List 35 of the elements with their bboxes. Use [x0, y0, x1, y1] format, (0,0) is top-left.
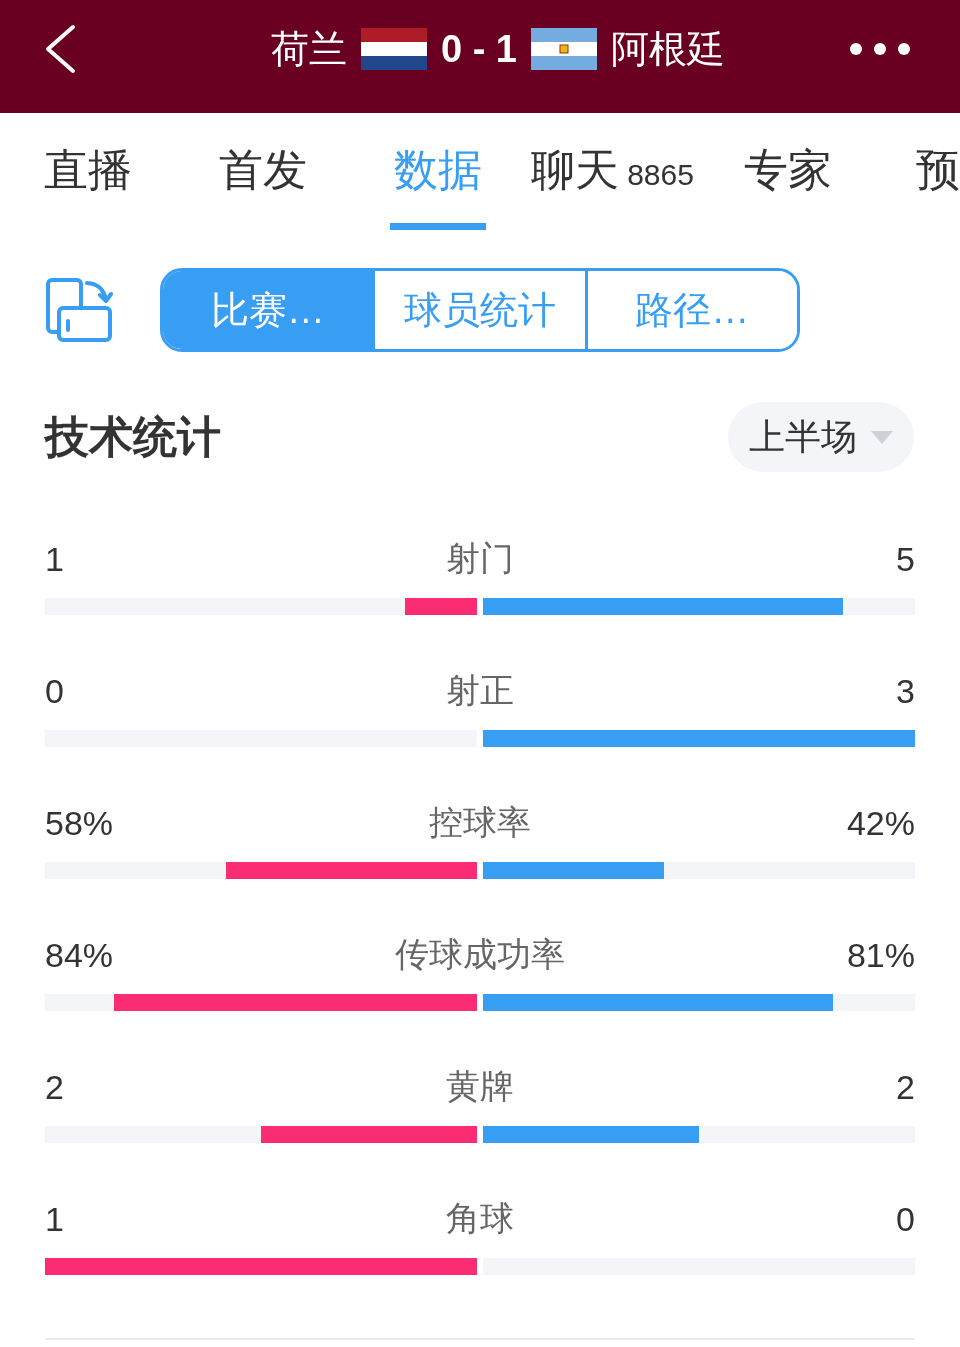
flag-icon: [360, 28, 427, 70]
tab[interactable]: 首发: [214, 144, 311, 230]
period-dropdown[interactable]: 上半场: [728, 402, 914, 472]
away-value: 2: [896, 1067, 915, 1107]
rotate-screen-icon[interactable]: [45, 277, 113, 343]
more-icon[interactable]: [850, 43, 910, 55]
away-value: 42%: [846, 803, 915, 843]
tab[interactable]: 聊天 8865: [527, 144, 698, 230]
caret-icon: [871, 430, 893, 444]
home-value: 1: [45, 539, 64, 579]
home-value: 1: [45, 1199, 64, 1239]
tab[interactable]: 专家: [739, 144, 836, 230]
flag-icon: [531, 28, 597, 70]
away-value: 5: [896, 539, 915, 579]
away-value: 81%: [846, 935, 915, 975]
home-value: 0: [45, 671, 64, 711]
away-team-name: 阿根廷: [611, 27, 725, 72]
stat-label: 传球成功率: [395, 934, 565, 975]
match-score: 0 - 1: [440, 27, 517, 72]
stat-label: 射门: [446, 538, 514, 579]
home-value: 58%: [45, 803, 114, 843]
stat-label: 黄牌: [446, 1066, 514, 1107]
back-icon[interactable]: [44, 24, 76, 74]
home-value: 84%: [45, 935, 114, 975]
away-value: 3: [896, 671, 915, 711]
home-value: 2: [45, 1067, 64, 1107]
home-team-name: 荷兰: [270, 27, 347, 72]
stat-label: 控球率: [429, 802, 531, 843]
tab[interactable]: 预: [912, 144, 960, 230]
message-count: 8865: [627, 157, 694, 193]
stat-label: 角球: [446, 1198, 514, 1239]
section-title: 技术统计: [45, 410, 221, 463]
tab[interactable]: 直播: [39, 144, 136, 230]
away-value: 0: [896, 1199, 915, 1239]
stat-label: 射正: [446, 670, 514, 711]
